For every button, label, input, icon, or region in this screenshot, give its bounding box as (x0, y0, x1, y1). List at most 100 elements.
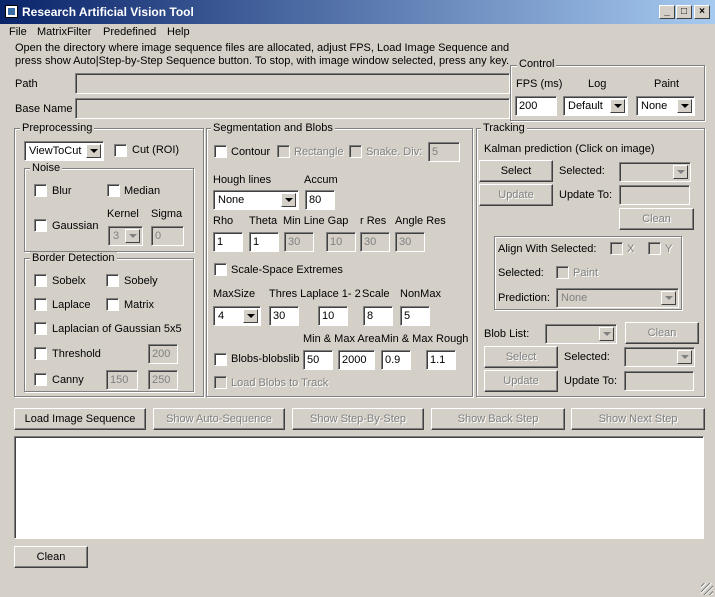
selected2-label: Selected: (564, 351, 610, 363)
menu-help[interactable]: Help (167, 26, 190, 38)
align-y-checkbox[interactable] (648, 242, 661, 255)
nonmax-input[interactable]: 5 (400, 306, 430, 326)
rho-label: Rho (213, 215, 234, 227)
show-auto-sequence-button[interactable]: Show Auto-Sequence (153, 408, 285, 430)
fps-input[interactable]: 200 (515, 96, 557, 116)
selected-select[interactable] (619, 162, 691, 182)
min-max-area-label: Min & Max Area (303, 333, 381, 345)
kernel-select[interactable]: 3 (108, 226, 143, 246)
threshold-input[interactable]: 200 (148, 344, 178, 364)
chevron-down-icon (677, 99, 692, 113)
area-max-input[interactable]: 2000 (338, 350, 375, 370)
select-blob-button[interactable]: Select (484, 346, 558, 368)
log-output[interactable] (14, 436, 704, 539)
bloblist-select[interactable] (545, 324, 617, 344)
clean-bloblist-button[interactable]: Clean (625, 322, 699, 344)
select-button[interactable]: Select (479, 160, 553, 182)
median-checkbox[interactable] (107, 184, 120, 197)
canny-high-input[interactable]: 250 (148, 370, 178, 390)
chevron-down-icon (281, 193, 296, 207)
selected2-select[interactable] (624, 347, 695, 367)
scale-space-checkbox[interactable] (214, 263, 227, 276)
scale-input[interactable]: 8 (363, 306, 393, 326)
selected-label: Selected: (559, 165, 605, 177)
load-blobs-checkbox[interactable] (214, 376, 227, 389)
show-back-step-button[interactable]: Show Back Step (431, 408, 565, 430)
accum-input[interactable]: 80 (305, 190, 335, 210)
basename-field[interactable] (75, 98, 510, 119)
menu-file[interactable]: File (9, 26, 27, 38)
menu-matrixfilter[interactable]: MatrixFilter (37, 26, 91, 38)
min-line-input[interactable]: 30 (284, 232, 314, 252)
contour-checkbox[interactable] (214, 145, 227, 158)
rough-max-input[interactable]: 1.1 (426, 350, 456, 370)
update-to-input[interactable] (619, 185, 690, 205)
clean-log-button[interactable]: Clean (14, 546, 88, 568)
gaussian-checkbox[interactable] (34, 219, 47, 232)
hough-select[interactable]: None (213, 190, 299, 210)
area-min-input[interactable]: 50 (303, 350, 333, 370)
cut-roi-label: Cut (ROI) (132, 144, 180, 156)
update-blob-button[interactable]: Update (484, 370, 558, 392)
resize-grip-icon[interactable] (701, 583, 713, 595)
matrix-checkbox[interactable] (106, 298, 119, 311)
sobelx-checkbox[interactable] (34, 274, 47, 287)
chevron-down-icon (677, 350, 692, 364)
align-paint-checkbox[interactable] (556, 266, 569, 279)
canny-low-input[interactable]: 150 (106, 370, 138, 390)
nonmax-label: NonMax (400, 288, 441, 300)
align-x-checkbox[interactable] (610, 242, 623, 255)
matrix-label: Matrix (124, 299, 154, 311)
threshold-checkbox[interactable] (34, 347, 47, 360)
contour-label: Contour (231, 146, 271, 158)
tracking-title: Tracking (481, 122, 527, 134)
canny-checkbox[interactable] (34, 373, 47, 386)
maximize-button[interactable]: □ (676, 5, 692, 19)
path-field[interactable] (75, 73, 510, 94)
maxsize-select[interactable]: 4 (213, 306, 261, 326)
prediction-select[interactable]: None (556, 288, 679, 308)
menu-predefined[interactable]: Predefined (103, 26, 156, 38)
update-button[interactable]: Update (479, 184, 553, 206)
laplace-checkbox[interactable] (34, 298, 47, 311)
blobs-label: Blobs-blobslib (231, 353, 300, 365)
sobely-checkbox[interactable] (106, 274, 119, 287)
thres1-input[interactable]: 30 (269, 306, 299, 326)
hough-label: Hough lines (213, 174, 272, 186)
cut-roi-checkbox[interactable] (114, 144, 127, 157)
app-icon (5, 5, 18, 18)
min-line-gap-label: Min Line Gap (283, 215, 349, 227)
canny-label: Canny (52, 374, 84, 386)
update-to2-input[interactable] (624, 371, 694, 391)
blobs-checkbox[interactable] (214, 353, 227, 366)
segmentation-title: Segmentation and Blobs (211, 122, 335, 134)
log-select[interactable]: Default (563, 96, 628, 116)
bloblist-label: Blob List: (484, 328, 530, 340)
snake-checkbox[interactable] (349, 145, 362, 158)
paint-select[interactable]: None (636, 96, 695, 116)
maxsize-label: MaxSize (213, 288, 256, 300)
cut-mode-select[interactable]: ViewToCut (24, 141, 104, 161)
window-title: Research Artificial Vision Tool (22, 5, 194, 19)
clean-tracking-button[interactable]: Clean (619, 208, 694, 230)
load-image-sequence-button[interactable]: Load Image Sequence (14, 408, 146, 430)
thres2-input[interactable]: 10 (318, 306, 348, 326)
show-next-step-button[interactable]: Show Next Step (571, 408, 705, 430)
chevron-down-icon (125, 229, 140, 243)
snake-div-input[interactable]: 5 (428, 142, 460, 162)
show-step-by-step-button[interactable]: Show Step-By-Step (292, 408, 424, 430)
rough-min-input[interactable]: 0.9 (381, 350, 411, 370)
kernel-value: 3 (113, 230, 120, 242)
rectangle-checkbox[interactable] (277, 145, 290, 158)
threshold-label: Threshold (52, 348, 101, 360)
theta-input[interactable]: 1 (249, 232, 279, 252)
rho-input[interactable]: 1 (213, 232, 243, 252)
log-filter-checkbox[interactable] (34, 322, 47, 335)
sigma-input[interactable]: 0 (151, 226, 184, 246)
minimize-button[interactable]: _ (659, 5, 675, 19)
gap-input[interactable]: 10 (326, 232, 356, 252)
r-res-input[interactable]: 30 (360, 232, 390, 252)
angle-res-input[interactable]: 30 (395, 232, 425, 252)
close-button[interactable]: × (694, 5, 710, 19)
blur-checkbox[interactable] (34, 184, 47, 197)
